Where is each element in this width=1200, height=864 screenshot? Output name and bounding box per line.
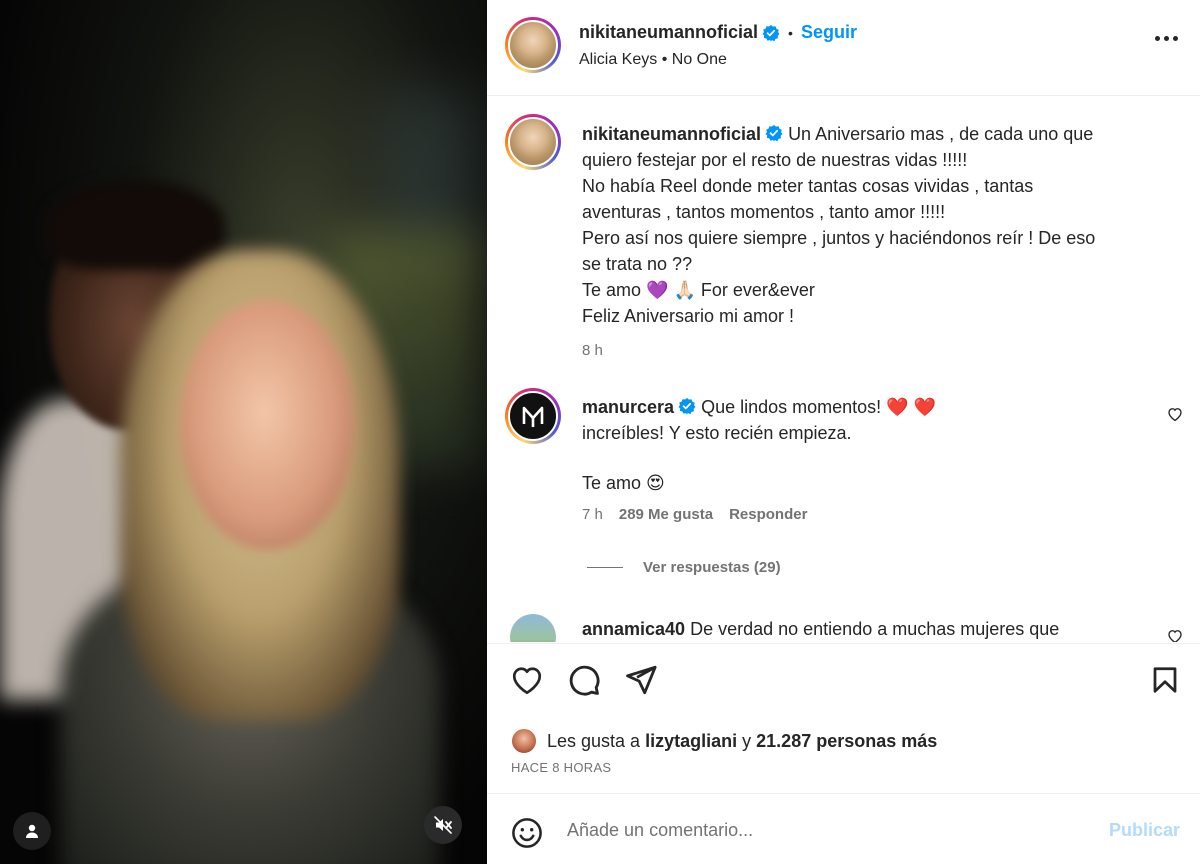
likes-summary[interactable]: Les gusta a lizytagliani y 21.287 person… [511,728,937,754]
caption-line: Te amo 💜 🙏🏻 For ever&ever [582,280,815,300]
comment-text: De verdad no entiendo a muchas mujeres q… [690,619,1060,639]
more-icon[interactable] [1155,36,1178,41]
publish-button[interactable]: Publicar [1109,820,1180,841]
comment-item: manurcera Que lindos momentos! ❤️ ❤️ inc… [582,394,1142,523]
post-header: nikitaneumannoficial • Seguir Alicia Key… [487,0,1200,96]
caption-author-avatar[interactable] [505,114,561,170]
reply-button[interactable]: Responder [729,506,807,523]
logo-icon [522,406,544,427]
background-light [380,90,480,250]
comment-icon[interactable] [567,663,601,697]
comment-text: increíbles! Y esto recién empieza. [582,423,852,443]
post-caption: nikitaneumannoficial Un Aniversario mas … [582,121,1162,364]
share-icon[interactable] [624,663,658,697]
liker-avatar[interactable] [511,728,537,754]
post-sidebar: nikitaneumannoficial • Seguir Alicia Key… [487,0,1200,864]
mute-toggle-button[interactable] [424,806,462,844]
caption-line: aventuras , tantos momentos , tanto amor… [582,202,946,222]
verified-icon [765,125,783,142]
heart-icon[interactable] [509,662,545,698]
post-timestamp[interactable]: HACE 8 HORAS [511,760,611,775]
add-comment-bar: Añade un comentario... Publicar [487,793,1200,864]
caption-line: Un Aniversario mas , de cada uno que [788,124,1094,144]
caption-line: No había Reel donde meter tantas cosas v… [582,176,1034,196]
comment-input[interactable]: Añade un comentario... [567,820,753,841]
author-username[interactable]: nikitaneumannoficial [579,22,758,43]
comment-item: annamica40 De verdad no entiendo a mucha… [582,616,1059,642]
verified-icon [762,24,780,41]
tagged-users-button[interactable] [13,812,51,850]
comment-timestamp[interactable]: 7 h [582,506,603,523]
video-frame-figure [45,180,225,270]
comment-username[interactable]: manurcera [582,397,674,417]
comment-text: Que lindos momentos! ❤️ ❤️ [701,397,936,417]
caption-line: Feliz Aniversario mi amor ! [582,306,795,326]
replies-divider [587,567,623,568]
view-replies-label: Ver respuestas (29) [643,559,781,576]
bookmark-icon[interactable] [1150,664,1180,696]
comment-text: Te amo 😍 [582,473,665,493]
action-bar: Les gusta a lizytagliani y 21.287 person… [487,643,1200,793]
separator-dot: • [788,24,793,41]
commenter-avatar[interactable] [510,614,556,642]
comment-like-heart-icon[interactable] [1166,405,1184,423]
follow-button[interactable]: Seguir [801,22,857,43]
caption-username[interactable]: nikitaneumannoficial [582,124,761,144]
emoji-icon[interactable] [510,816,544,850]
video-player[interactable] [0,0,487,864]
likes-connector: y [742,730,752,751]
likes-prefix: Les gusta a [547,730,641,751]
liker-username[interactable]: lizytagliani [645,731,737,752]
separator-dot: • [661,51,668,68]
comment-username[interactable]: annamica40 [582,619,685,639]
comment-like-heart-icon[interactable] [1166,627,1184,642]
song-title: No One [671,51,727,68]
muted-speaker-icon [434,816,452,834]
comments-scroll-area[interactable]: nikitaneumannoficial Un Aniversario mas … [487,97,1200,642]
view-replies-button[interactable]: Ver respuestas (29) [587,559,781,576]
comment-likes-count[interactable]: 289 Me gusta [619,506,713,523]
likes-others[interactable]: 21.287 personas más [756,731,937,752]
video-frame-figure [180,300,355,550]
caption-line: quiero festejar por el resto de nuestras… [582,150,968,170]
user-icon [26,824,38,838]
verified-icon [678,398,696,415]
caption-line: Pero así nos quiere siempre , juntos y h… [582,228,1096,248]
caption-timestamp[interactable]: 8 h [582,338,1162,364]
song-artist: Alicia Keys [579,51,658,68]
audio-info[interactable]: Alicia Keys • No One [579,51,727,69]
caption-line: se trata no ?? [582,254,693,274]
commenter-avatar[interactable] [505,388,561,444]
author-avatar[interactable] [505,17,561,73]
